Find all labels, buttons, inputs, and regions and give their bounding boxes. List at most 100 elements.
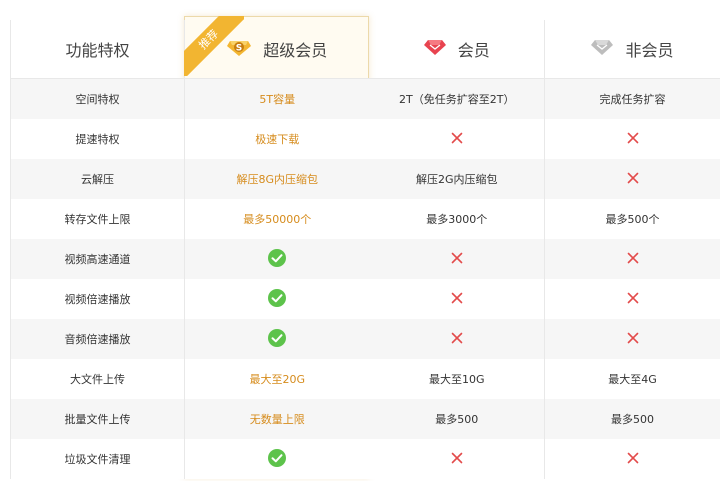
cell-member: 最大至10G (369, 359, 545, 399)
cell-super: 5T容量 (184, 78, 370, 119)
cell-text: 最大至4G (608, 373, 657, 386)
green-check-icon (268, 288, 287, 310)
cell-nonmember (544, 279, 720, 319)
cell-text: 空间特权 (75, 93, 120, 106)
cell-member (369, 239, 545, 279)
green-check-icon (268, 328, 287, 350)
table-row: 视频倍速播放 (10, 279, 720, 319)
cell-text: 解压2G内压缩包 (415, 173, 498, 186)
cell-text: 解压8G内压缩包 (236, 173, 319, 186)
cell-super: 最大至20G (184, 359, 370, 399)
recommend-ribbon: 推荐 (184, 16, 244, 76)
cell-super (184, 279, 370, 319)
cell-feature: 音频倍速播放 (10, 319, 185, 359)
header-feature-label: 功能特权 (65, 41, 130, 60)
header-member[interactable]: 会员 (369, 20, 545, 79)
red-x-icon (627, 252, 639, 267)
cell-nonmember (544, 319, 720, 359)
cell-text: 最多500 (611, 413, 654, 426)
cell-feature: 提速特权 (10, 119, 185, 159)
cell-feature: 云解压 (10, 159, 185, 199)
recommend-ribbon-label: 推荐 (184, 16, 244, 76)
cell-member: 最多500 (369, 399, 545, 439)
table-row: 视频高速通道 (10, 239, 720, 279)
cell-feature: 空间特权 (10, 78, 185, 119)
cell-text: 垃圾文件清理 (64, 453, 131, 466)
cell-nonmember (544, 159, 720, 199)
red-x-icon (451, 452, 463, 467)
cell-nonmember: 最大至4G (544, 359, 720, 399)
cell-text: 最多500 (435, 413, 479, 426)
cell-nonmember (544, 439, 720, 479)
red-x-icon (451, 252, 463, 267)
header-super-member-label: 超级会员 (263, 41, 328, 60)
table-row: 提速特权 极速下载 (10, 119, 720, 159)
red-x-icon (627, 172, 639, 187)
cell-text: 最多500个 (605, 213, 660, 226)
cell-super: 极速下载 (184, 119, 370, 159)
cell-text: 批量文件上传 (64, 413, 131, 426)
green-check-icon (268, 448, 287, 470)
comparison-table: 功能特权 S 超级会员 会员 非会员 空间特权 5T容量 2T（免任务扩容至2T… (10, 20, 720, 479)
table-row: 音频倍速播放 (10, 319, 720, 359)
cell-super: 解压8G内压缩包 (184, 159, 370, 199)
cell-text: 视频高速通道 (64, 253, 131, 266)
cell-nonmember (544, 239, 720, 279)
red-diamond-icon (423, 39, 446, 59)
header-nonmember-label: 非会员 (625, 41, 674, 60)
cell-member: 解压2G内压缩包 (369, 159, 545, 199)
cell-text: 极速下载 (255, 133, 300, 146)
cell-nonmember: 完成任务扩容 (544, 78, 720, 119)
cell-member (369, 119, 545, 159)
red-x-icon (451, 132, 463, 147)
cell-text: 5T容量 (259, 93, 296, 106)
cell-member (369, 439, 545, 479)
cell-text: 提速特权 (75, 133, 120, 146)
cell-text: 无数量上限 (249, 413, 305, 426)
cell-member: 最多3000个 (369, 199, 545, 239)
table-row: 云解压 解压8G内压缩包 解压2G内压缩包 (10, 159, 720, 199)
cell-feature: 视频倍速播放 (10, 279, 185, 319)
cell-feature: 大文件上传 (10, 359, 185, 399)
cell-member (369, 319, 545, 359)
cell-nonmember (544, 119, 720, 159)
header-nonmember[interactable]: 非会员 (544, 20, 720, 79)
cell-feature: 垃圾文件清理 (10, 439, 185, 479)
header-member-label: 会员 (457, 41, 490, 60)
red-x-icon (627, 452, 639, 467)
cell-super (184, 439, 370, 479)
cell-member: 2T（免任务扩容至2T） (369, 78, 545, 119)
cell-text: 最多3000个 (426, 213, 488, 226)
cell-text: 云解压 (81, 173, 114, 186)
green-check-icon (268, 248, 287, 270)
cell-feature: 转存文件上限 (10, 199, 185, 239)
cell-text: 最多50000个 (243, 213, 312, 226)
cell-super (184, 239, 370, 279)
cell-text: 视频倍速播放 (64, 293, 131, 306)
table-row: 空间特权 5T容量 2T（免任务扩容至2T） 完成任务扩容 (10, 78, 720, 119)
red-x-icon (627, 132, 639, 147)
cell-nonmember: 最多500个 (544, 199, 720, 239)
table-row: 大文件上传 最大至20G 最大至10G 最大至4G (10, 359, 720, 399)
cell-nonmember: 最多500 (544, 399, 720, 439)
cell-text: 最大至20G (249, 373, 306, 386)
cell-text: 完成任务扩容 (599, 93, 666, 106)
table-row: 垃圾文件清理 (10, 439, 720, 479)
red-x-icon (451, 292, 463, 307)
cell-super (184, 319, 370, 359)
header-row: 功能特权 S 超级会员 会员 非会员 (10, 20, 720, 79)
cell-feature: 视频高速通道 (10, 239, 185, 279)
red-x-icon (627, 332, 639, 347)
gray-diamond-icon (591, 39, 614, 59)
cell-text: 大文件上传 (70, 373, 125, 386)
cell-text: 最大至10G (428, 373, 485, 386)
cell-text: 2T（免任务扩容至2T） (399, 93, 515, 106)
table-row: 批量文件上传 无数量上限 最多500 最多500 (10, 399, 720, 439)
table-row: 转存文件上限 最多50000个 最多3000个 最多500个 (10, 199, 720, 239)
cell-super: 无数量上限 (184, 399, 370, 439)
red-x-icon (451, 332, 463, 347)
membership-comparison: 功能特权 S 超级会员 会员 非会员 空间特权 5T容量 2T（免任务扩容至2T… (0, 0, 720, 481)
cell-feature: 批量文件上传 (10, 399, 185, 439)
cell-text: 音频倍速播放 (64, 333, 131, 346)
cell-super: 最多50000个 (184, 199, 370, 239)
